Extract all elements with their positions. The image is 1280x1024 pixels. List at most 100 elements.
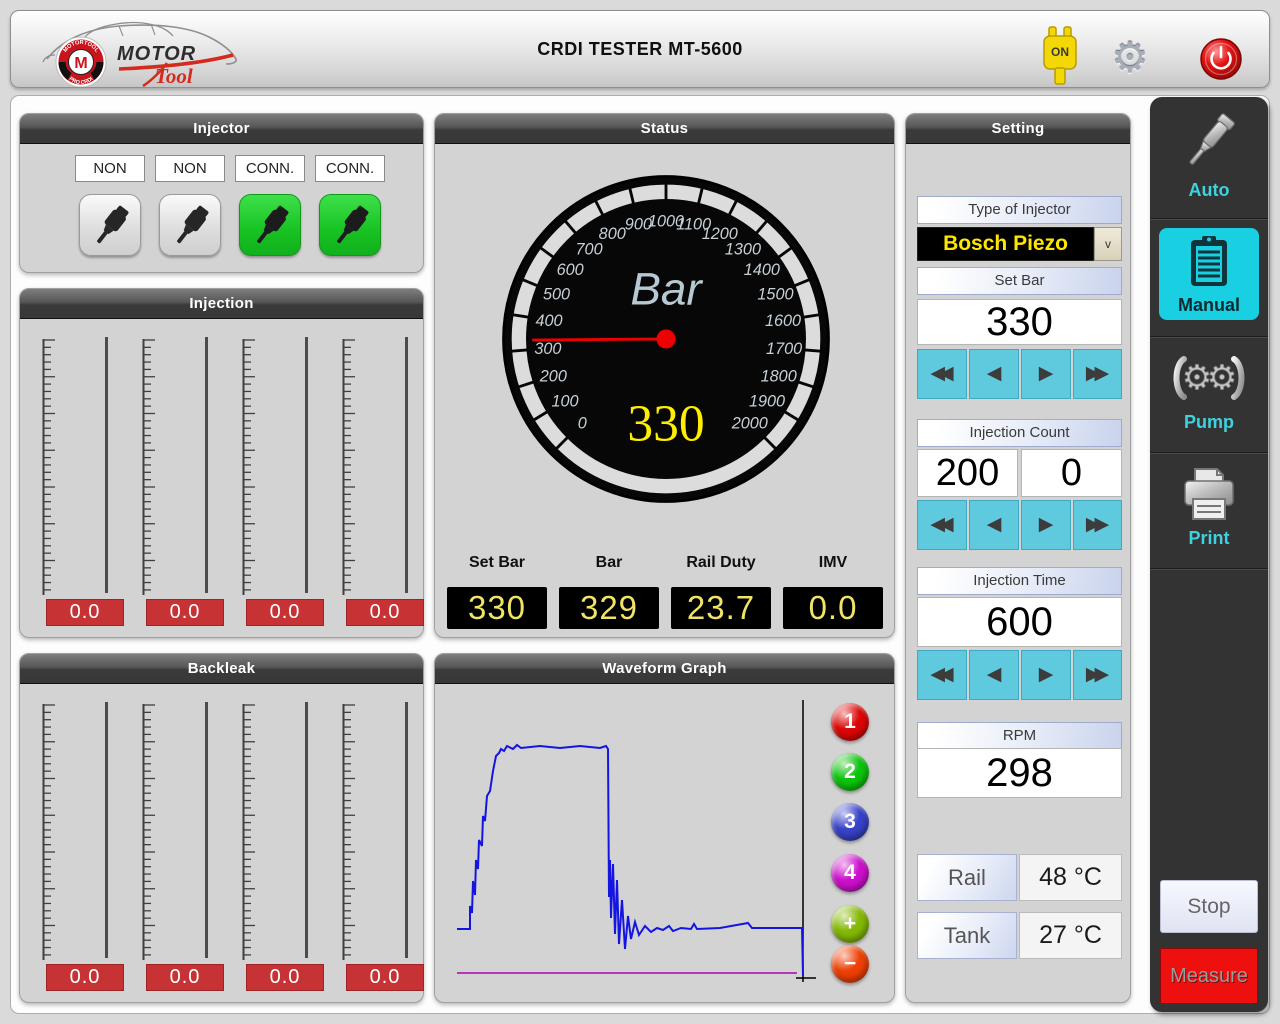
pressure-gauge: 0100200300400500600700800900100011001200… [494, 167, 838, 511]
sidebar-divider [1150, 336, 1268, 338]
readout-label-imv: IMV [783, 554, 883, 572]
svg-text:1400: 1400 [744, 261, 780, 279]
backleak3-value: 0.0 [246, 964, 324, 991]
measure-button[interactable]: Measure [1160, 948, 1258, 1004]
zoom-out-button[interactable]: − [831, 945, 869, 983]
waveform-blue-trace [457, 745, 803, 976]
power-button[interactable] [1199, 37, 1243, 81]
channel-2-button[interactable]: 2 [831, 753, 869, 791]
setting-panel: Setting Type of Injector Bosch Piezo v S… [905, 113, 1131, 1003]
gauge-track [305, 702, 308, 958]
waveform-panel-title: Waveform Graph [435, 654, 894, 684]
injection-panel: Injection 0.0 0.0 0.0 0.0 [19, 288, 424, 638]
injector-panel-title: Injector [20, 114, 423, 144]
injection-time-fast-decrease-button[interactable]: ◀◀ [917, 650, 967, 700]
settings-gear-icon[interactable]: ⚙ [1107, 33, 1153, 83]
backleak-gauge-3: 0.0 [234, 684, 334, 1002]
gauge-unit-label: Bar [630, 263, 703, 315]
gauge-needle [532, 339, 672, 340]
tank-temp-value: 27 °C [1019, 912, 1122, 959]
set-bar-fast-increase-button[interactable]: ▶▶ [1073, 349, 1122, 399]
svg-text:800: 800 [599, 225, 626, 243]
gauge-track [405, 337, 408, 593]
injector-type-dropdown-button[interactable]: v [1094, 227, 1122, 261]
injection-gauge-1: 0.0 [34, 319, 134, 637]
backleak2-value: 0.0 [146, 964, 224, 991]
zoom-in-button[interactable]: + [831, 905, 869, 943]
readout-label-railduty: Rail Duty [671, 554, 771, 572]
set-bar-fast-decrease-button[interactable]: ◀◀ [917, 349, 967, 399]
readout-label-bar: Bar [559, 554, 659, 572]
rpm-value: 298 [917, 748, 1122, 798]
injector-icon [172, 204, 211, 248]
set-bar-decrease-button[interactable]: ◀ [969, 349, 1019, 399]
injection-time-increase-button[interactable]: ▶ [1021, 650, 1071, 700]
ruler-ticks [242, 337, 262, 597]
injection-gauge-4: 0.0 [334, 319, 434, 637]
sidebar-item-auto[interactable]: Auto [1150, 109, 1268, 217]
sidebar-item-print[interactable]: Print [1150, 465, 1268, 569]
backleak-gauge-4: 0.0 [334, 684, 434, 1002]
svg-text:1300: 1300 [725, 241, 761, 259]
injector-type-value[interactable]: Bosch Piezo [917, 227, 1094, 261]
injector2-status: NON [155, 155, 225, 182]
setting-panel-title: Setting [906, 114, 1130, 144]
stop-button[interactable]: Stop [1160, 880, 1258, 933]
channel-4-button[interactable]: 4 [831, 854, 869, 892]
rail-temp-value: 48 °C [1019, 854, 1122, 901]
gauge-track [405, 702, 408, 958]
channel-1-button[interactable]: 1 [831, 703, 869, 741]
channel-3-button[interactable]: 3 [831, 803, 869, 841]
injector2-button[interactable] [159, 194, 221, 256]
injector4-button[interactable] [319, 194, 381, 256]
backleak-gauge-2: 0.0 [134, 684, 234, 1002]
injection-panel-title: Injection [20, 289, 423, 319]
injector-type-label: Type of Injector [917, 196, 1122, 224]
readout-label-setbar: Set Bar [447, 554, 547, 572]
injection-count-fast-increase-button[interactable]: ▶▶ [1073, 500, 1122, 550]
svg-text:1600: 1600 [765, 312, 801, 330]
svg-text:700: 700 [576, 241, 603, 259]
sidebar-item-manual[interactable]: Manual [1159, 228, 1259, 320]
readout-bar-value: 329 [559, 587, 659, 629]
readout-imv-value: 0.0 [783, 587, 883, 629]
readout-setbar-value: 330 [447, 587, 547, 629]
svg-text:1500: 1500 [757, 285, 793, 303]
injection-time-label: Injection Time [917, 567, 1122, 595]
injection-time-decrease-button[interactable]: ◀ [969, 650, 1019, 700]
svg-text:0: 0 [578, 415, 587, 433]
set-bar-increase-button[interactable]: ▶ [1021, 349, 1071, 399]
injection-time-value[interactable]: 600 [917, 597, 1122, 647]
injector1-button[interactable] [79, 194, 141, 256]
tank-temp-label: Tank [917, 912, 1017, 959]
injection-gauge-3: 0.0 [234, 319, 334, 637]
power-plug-icon[interactable]: ON [1037, 25, 1083, 87]
title-bar: M MOTORTOOL PRO CRDI MOTOR Tool CRDI TES… [10, 10, 1270, 88]
logo-script-text: Tool [155, 64, 193, 87]
injector4-status: CONN. [315, 155, 385, 182]
ruler-ticks [142, 702, 162, 962]
set-bar-label: Set Bar [917, 267, 1122, 295]
sidebar-divider [1150, 568, 1268, 570]
svg-text:400: 400 [535, 312, 562, 330]
svg-text:500: 500 [543, 285, 570, 303]
sidebar-divider [1150, 218, 1268, 220]
injection-count-increase-button[interactable]: ▶ [1021, 500, 1071, 550]
rpm-label: RPM [917, 722, 1122, 750]
injection-count-fast-decrease-button[interactable]: ◀◀ [917, 500, 967, 550]
svg-text:600: 600 [557, 261, 584, 279]
main-content: Injector NON NON CONN. CONN. Injection 0… [10, 95, 1270, 1014]
injection-count-target[interactable]: 200 [917, 449, 1018, 497]
injection-time-fast-increase-button[interactable]: ▶▶ [1073, 650, 1122, 700]
sidebar-label-pump: Pump [1150, 412, 1268, 433]
gauge-value: 330 [627, 395, 704, 452]
injection3-value: 0.0 [246, 599, 324, 626]
sidebar-item-pump[interactable]: ⚙ ⚙ Pump [1150, 349, 1268, 453]
injection-count-current: 0 [1021, 449, 1122, 497]
ruler-ticks [342, 702, 362, 962]
set-bar-value[interactable]: 330 [917, 299, 1122, 345]
ruler-ticks [342, 337, 362, 597]
print-printer-icon [1177, 465, 1241, 523]
injection-count-decrease-button[interactable]: ◀ [969, 500, 1019, 550]
injector3-button[interactable] [239, 194, 301, 256]
